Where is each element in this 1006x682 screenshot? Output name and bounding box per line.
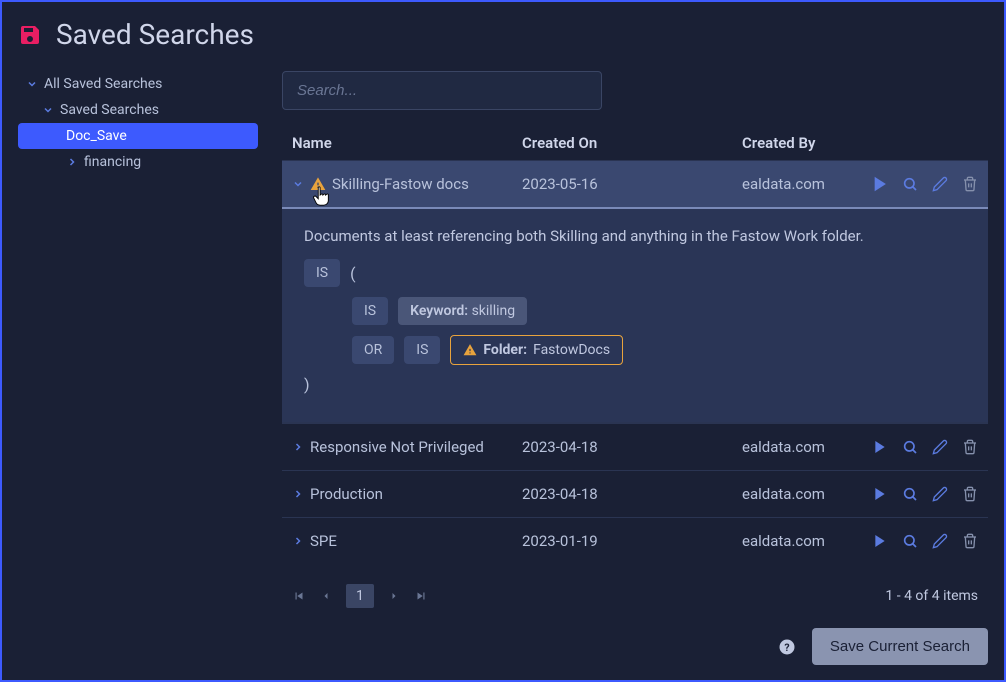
warning-icon [463, 343, 477, 357]
trash-icon[interactable] [962, 176, 978, 192]
chevron-down-icon[interactable] [292, 178, 304, 190]
search-icon[interactable] [902, 533, 918, 549]
row-date: 2023-05-16 [522, 175, 742, 193]
trash-icon[interactable] [962, 533, 978, 549]
page-prev-icon[interactable] [320, 590, 332, 602]
chevron-right-icon[interactable] [292, 441, 304, 453]
col-created-on[interactable]: Created On [522, 134, 742, 152]
play-icon[interactable] [872, 486, 888, 502]
tree-root-label: All Saved Searches [44, 76, 162, 92]
save-disk-icon [18, 23, 42, 47]
row-date: 2023-01-19 [522, 532, 742, 550]
row-by: ealdata.com [742, 175, 828, 193]
chevron-down-icon [26, 78, 38, 90]
paren-close: ) [304, 375, 310, 394]
row-date: 2023-04-18 [522, 485, 742, 503]
edit-icon[interactable] [932, 533, 948, 549]
edit-icon[interactable] [932, 439, 948, 455]
page-summary: 1 - 4 of 4 items [885, 588, 978, 604]
chevron-right-icon[interactable] [292, 535, 304, 547]
search-icon[interactable] [902, 176, 918, 192]
table-row[interactable]: Responsive Not Privileged 2023-04-18 eal… [282, 423, 988, 470]
sidebar-item-label: Doc_Save [66, 128, 127, 144]
row-name: Skilling-Fastow docs [332, 175, 469, 193]
svg-text:?: ? [784, 640, 789, 653]
chevron-down-icon [42, 104, 54, 116]
page-header: Saved Searches [18, 18, 988, 51]
play-icon[interactable] [872, 439, 888, 455]
pagination: 1 1 - 4 of 4 items [282, 564, 988, 620]
chevron-right-icon [66, 156, 78, 168]
sidebar-item-financing[interactable]: financing [18, 149, 258, 175]
page-title: Saved Searches [56, 18, 254, 51]
keyword-chip[interactable]: Keyword: skilling [398, 297, 527, 325]
tree-root[interactable]: All Saved Searches [18, 71, 258, 97]
page-number[interactable]: 1 [346, 584, 374, 608]
trash-icon[interactable] [962, 439, 978, 455]
operator-is[interactable]: IS [404, 336, 440, 364]
operator-or[interactable]: OR [352, 336, 394, 364]
col-name[interactable]: Name [292, 134, 522, 152]
row-name: Responsive Not Privileged [310, 438, 484, 456]
row-date: 2023-04-18 [522, 438, 742, 456]
detail-panel: Documents at least referencing both Skil… [282, 209, 988, 423]
operator-is[interactable]: IS [304, 259, 340, 287]
play-icon[interactable] [872, 533, 888, 549]
row-name: Production [310, 485, 383, 503]
page-last-icon[interactable] [414, 589, 428, 603]
row-by: ealdata.com [742, 532, 828, 550]
paren-open: ( [350, 264, 355, 283]
help-icon[interactable]: ? [778, 638, 796, 656]
page-next-icon[interactable] [388, 590, 400, 602]
search-icon[interactable] [902, 439, 918, 455]
sidebar-item-doc-save[interactable]: Doc_Save [18, 123, 258, 149]
row-name: SPE [310, 532, 337, 550]
save-current-search-button[interactable]: Save Current Search [812, 628, 988, 665]
warning-icon [310, 176, 326, 192]
play-icon[interactable] [872, 176, 888, 192]
sidebar-item-label: financing [84, 154, 141, 170]
folder-chip[interactable]: Folder: FastowDocs [450, 335, 623, 365]
edit-icon[interactable] [932, 486, 948, 502]
row-by: ealdata.com [742, 485, 828, 503]
detail-description: Documents at least referencing both Skil… [304, 227, 966, 245]
tree-group[interactable]: Saved Searches [18, 97, 258, 123]
chevron-right-icon[interactable] [292, 488, 304, 500]
page-first-icon[interactable] [292, 589, 306, 603]
row-by: ealdata.com [742, 438, 828, 456]
table-row[interactable]: Skilling-Fastow docs 2023-05-16 ealdata.… [282, 160, 988, 209]
operator-is[interactable]: IS [352, 297, 388, 325]
sidebar: All Saved Searches Saved Searches Doc_Sa… [18, 71, 258, 664]
table-row[interactable]: Production 2023-04-18 ealdata.com [282, 470, 988, 517]
col-created-by[interactable]: Created By [742, 134, 828, 152]
table-header: Name Created On Created By [282, 126, 988, 160]
edit-icon[interactable] [932, 176, 948, 192]
tree-group-label: Saved Searches [60, 102, 159, 118]
table-row[interactable]: SPE 2023-01-19 ealdata.com [282, 517, 988, 564]
search-input[interactable] [282, 71, 602, 110]
trash-icon[interactable] [962, 486, 978, 502]
search-icon[interactable] [902, 486, 918, 502]
